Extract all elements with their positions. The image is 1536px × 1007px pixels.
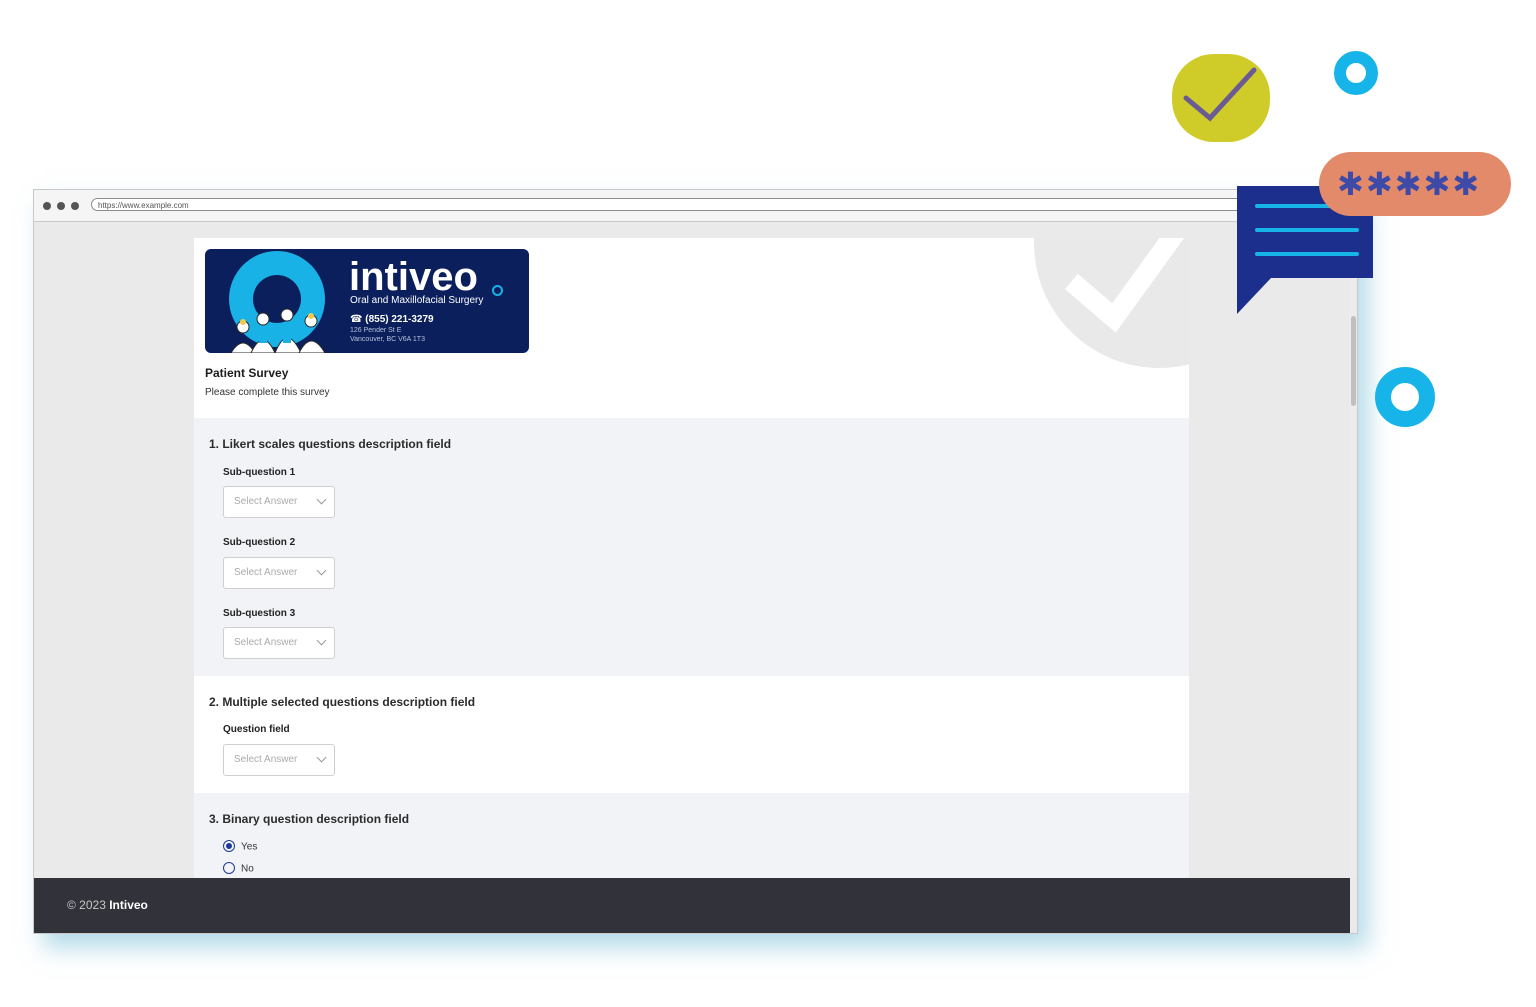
people-illustration-icon <box>229 251 326 353</box>
logo-brand-text: intiveo <box>349 255 478 299</box>
browser-window: https://www.example.com intiveo Oral and… <box>33 189 1358 934</box>
practice-logo-banner: intiveo Oral and Maxillofacial Surgery ☎… <box>205 249 529 353</box>
footer-brand: Intiveo <box>109 898 148 912</box>
select-placeholder: Select Answer <box>234 567 298 578</box>
sub-question-2-select[interactable]: Select Answer <box>223 557 335 589</box>
window-control-dot[interactable] <box>43 202 51 210</box>
copyright-text: © 2023 <box>67 898 106 912</box>
survey-title: Patient Survey <box>205 366 289 380</box>
sub-question-3-select[interactable]: Select Answer <box>223 627 335 659</box>
radio-unchecked-icon[interactable] <box>223 862 235 874</box>
radio-label: No <box>241 863 254 875</box>
radio-label: Yes <box>241 841 258 853</box>
question-2-section: 2. Multiple selected questions descripti… <box>194 676 1189 793</box>
survey-card: intiveo Oral and Maxillofacial Surgery ☎… <box>194 238 1189 878</box>
page-footer: © 2023 Intiveo <box>34 878 1350 933</box>
chevron-down-icon <box>316 635 327 646</box>
chevron-down-icon <box>316 565 327 576</box>
scrollbar-thumb[interactable] <box>1351 316 1356 406</box>
sub-question-label: Sub-question 3 <box>223 608 296 619</box>
password-pill: ✱✱✱✱✱ <box>1319 152 1511 216</box>
logo-address-line2: Vancouver, BC V6A 1T3 <box>350 336 425 343</box>
window-control-dot[interactable] <box>57 202 65 210</box>
question-3-section: 3. Binary question description field Yes… <box>194 793 1189 878</box>
logo-phone: ☎ (855) 221-3279 <box>350 314 434 325</box>
question-3-title: 3. Binary question description field <box>209 812 410 826</box>
stage: https://www.example.com intiveo Oral and… <box>0 0 1536 1007</box>
window-control-dot[interactable] <box>71 202 79 210</box>
watermark-check-icon <box>1064 238 1185 333</box>
address-bar[interactable]: https://www.example.com <box>91 198 1271 211</box>
question-1-title: 1. Likert scales questions description f… <box>209 437 452 451</box>
logo-address-line1: 126 Pender St E <box>350 327 402 334</box>
sub-question-label: Sub-question 1 <box>223 467 296 478</box>
question-2-title: 2. Multiple selected questions descripti… <box>209 695 476 709</box>
chevron-down-icon <box>316 494 327 505</box>
browser-toolbar: https://www.example.com <box>34 190 1357 222</box>
question-field-label: Question field <box>223 724 290 735</box>
radio-option-no[interactable]: No <box>223 862 254 875</box>
ring-small-icon <box>1334 51 1378 95</box>
scrollbar[interactable] <box>1349 221 1357 878</box>
ring-large-icon <box>1375 367 1435 427</box>
footer-copyright: © 2023 Intiveo <box>67 898 148 912</box>
select-placeholder: Select Answer <box>234 637 298 648</box>
question-field-select[interactable]: Select Answer <box>223 744 335 776</box>
sub-question-label: Sub-question 2 <box>223 537 296 548</box>
survey-subtitle: Please complete this survey <box>205 387 330 398</box>
sub-question-1-select[interactable]: Select Answer <box>223 486 335 518</box>
question-1-section: 1. Likert scales questions description f… <box>194 418 1189 676</box>
logo-dot-icon <box>492 285 503 296</box>
check-badge-icon <box>1172 54 1270 142</box>
select-placeholder: Select Answer <box>234 754 298 765</box>
radio-checked-icon[interactable] <box>223 840 235 852</box>
asterisks-text: ✱✱✱✱✱ <box>1337 166 1482 202</box>
logo-tagline: Oral and Maxillofacial Surgery <box>350 295 484 306</box>
select-placeholder: Select Answer <box>234 496 298 507</box>
radio-option-yes[interactable]: Yes <box>223 840 258 853</box>
chevron-down-icon <box>316 752 327 763</box>
